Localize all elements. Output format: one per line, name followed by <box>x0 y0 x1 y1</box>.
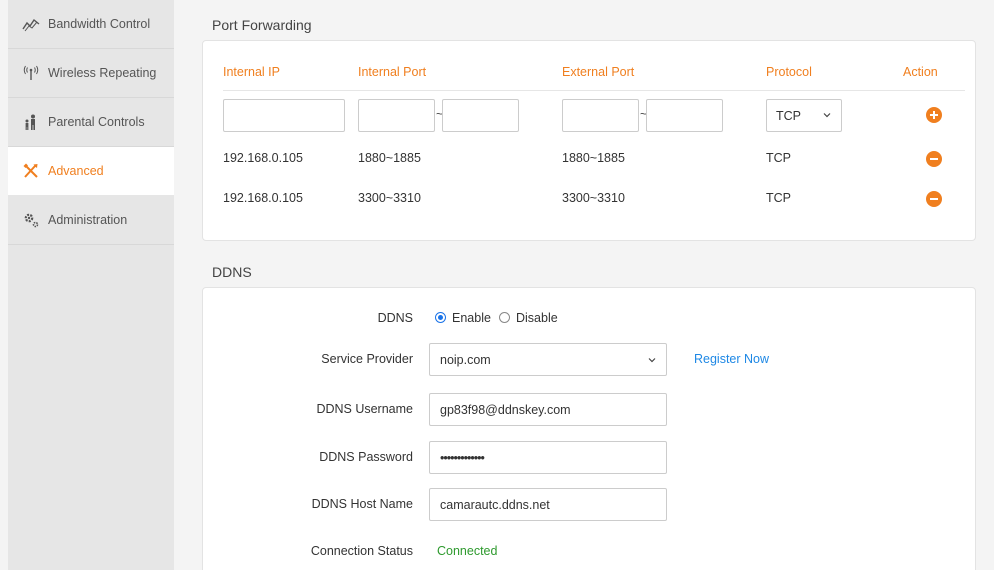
sidebar-item-label: Wireless Repeating <box>48 66 157 80</box>
service-provider-select[interactable]: noip.com <box>429 343 667 376</box>
service-provider-label: Service Provider <box>321 352 413 366</box>
chevron-down-icon <box>823 113 831 118</box>
ddns-enable-radio[interactable] <box>435 312 446 323</box>
sidebar-item-label: Advanced <box>48 164 104 178</box>
header-action: Action <box>903 65 938 79</box>
service-provider-value: noip.com <box>440 352 491 367</box>
header-internal-ip: Internal IP <box>223 65 280 79</box>
header-internal-port: Internal Port <box>358 65 427 79</box>
sidebar-item-wireless-repeating[interactable]: Wireless Repeating <box>8 49 174 98</box>
delete-rule-button[interactable] <box>926 151 942 167</box>
ddns-label: DDNS <box>377 311 413 325</box>
chevron-down-icon <box>648 358 656 363</box>
sidebar-item-label: Bandwidth Control <box>48 17 151 31</box>
port-forwarding-title: Port Forwarding <box>212 17 312 33</box>
protocol-select[interactable]: TCP <box>766 99 842 132</box>
ddns-disable-label: Disable <box>516 311 558 325</box>
minus-icon <box>930 158 938 160</box>
gears-icon <box>22 211 40 229</box>
tools-icon <box>22 162 40 180</box>
internal-port-start-input[interactable] <box>358 99 435 132</box>
sidebar-item-administration[interactable]: Administration <box>8 196 174 245</box>
row1-protocol: TCP <box>766 151 791 165</box>
row2-protocol: TCP <box>766 191 791 205</box>
sidebar-item-label: Parental Controls <box>48 115 145 129</box>
minus-icon <box>930 198 938 200</box>
parental-icon <box>22 113 40 131</box>
ddns-title: DDNS <box>212 264 252 280</box>
ddns-hostname-label: DDNS Host Name <box>311 497 413 511</box>
row1-external-port: 1880~1885 <box>562 151 625 165</box>
sidebar-item-advanced[interactable]: Advanced <box>8 147 174 196</box>
external-port-start-input[interactable] <box>562 99 639 132</box>
ddns-disable-radio[interactable] <box>499 312 510 323</box>
ddns-username-value: gp83f98@ddnskey.com <box>440 402 571 417</box>
row2-internal-port: 3300~3310 <box>358 191 421 205</box>
connection-status-label: Connection Status <box>310 544 413 558</box>
sidebar: Bandwidth Control Wireless Repeating Par… <box>8 0 174 570</box>
port-forwarding-card: Internal IP Internal Port External Port … <box>202 40 976 241</box>
header-external-port: External Port <box>562 65 635 79</box>
ddns-hostname-value: camarautc.ddns.net <box>440 497 550 512</box>
ddns-password-label: DDNS Password <box>319 450 413 464</box>
ddns-password-input[interactable]: ••••••••••••• <box>429 441 667 474</box>
internal-ip-input[interactable] <box>223 99 345 132</box>
add-rule-button[interactable] <box>926 107 942 123</box>
header-protocol: Protocol <box>766 65 812 79</box>
ddns-enable-label: Enable <box>452 311 491 325</box>
row2-internal-ip: 192.168.0.105 <box>223 191 303 205</box>
external-port-end-input[interactable] <box>646 99 723 132</box>
ddns-username-label: DDNS Username <box>316 402 413 416</box>
register-now-link[interactable]: Register Now <box>694 352 769 366</box>
wireless-icon <box>22 64 40 82</box>
protocol-select-value: TCP <box>776 108 801 123</box>
ddns-username-input[interactable]: gp83f98@ddnskey.com <box>429 393 667 426</box>
main-content: Port Forwarding Internal IP Internal Por… <box>174 0 994 570</box>
bandwidth-icon <box>22 15 40 33</box>
ddns-hostname-input[interactable]: camarautc.ddns.net <box>429 488 667 521</box>
row2-external-port: 3300~3310 <box>562 191 625 205</box>
ddns-card: DDNS Enable Disable Service Provider noi… <box>202 287 976 570</box>
sidebar-item-parental-controls[interactable]: Parental Controls <box>8 98 174 147</box>
internal-port-end-input[interactable] <box>442 99 519 132</box>
header-divider <box>223 90 965 91</box>
connection-status-value: Connected <box>437 544 498 558</box>
sidebar-item-bandwidth-control[interactable]: Bandwidth Control <box>8 0 174 49</box>
delete-rule-button[interactable] <box>926 191 942 207</box>
row1-internal-ip: 192.168.0.105 <box>223 151 303 165</box>
row1-internal-port: 1880~1885 <box>358 151 421 165</box>
ddns-password-value: ••••••••••••• <box>440 450 485 465</box>
sidebar-item-label: Administration <box>48 213 128 227</box>
